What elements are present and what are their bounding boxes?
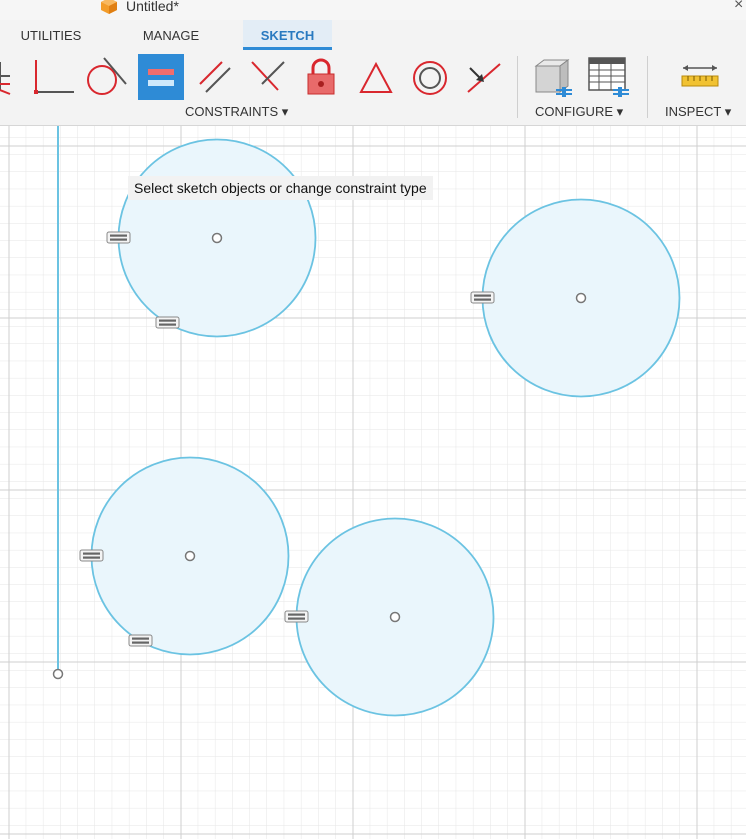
sketch-canvas[interactable]: [0, 126, 746, 839]
ribbon-tabs: UTILITIES MANAGE SKETCH: [0, 20, 746, 50]
tab-manage[interactable]: MANAGE: [122, 20, 220, 50]
tooltip: Select sketch objects or change constrai…: [128, 176, 433, 200]
sketch-circle-1[interactable]: [117, 138, 317, 338]
sketch-circle-2[interactable]: [481, 198, 681, 398]
sketch-circle-3[interactable]: [90, 456, 290, 656]
equal-constraint-icon[interactable]: [284, 610, 309, 623]
fix-icon[interactable]: [0, 54, 12, 100]
equal-constraint-icon[interactable]: [155, 316, 180, 329]
equal-icon[interactable]: [138, 54, 184, 100]
close-icon[interactable]: ×: [734, 0, 743, 14]
toolbar: CONSTRAINTS ▾ CONFIGURE ▾ INSPECT ▾: [0, 50, 746, 126]
equal-constraint-icon[interactable]: [128, 634, 153, 647]
tab-utilities[interactable]: UTILITIES: [2, 20, 100, 50]
equal-constraint-icon[interactable]: [470, 291, 495, 304]
tangent-icon[interactable]: [82, 54, 128, 100]
inspect-menu[interactable]: INSPECT ▾: [665, 104, 731, 120]
center-point: [184, 550, 196, 562]
app-logo-icon: [101, 0, 117, 14]
perpendicular-icon[interactable]: [28, 54, 74, 100]
triangle-icon[interactable]: [353, 54, 399, 100]
title-bar: Untitled* ×: [0, 0, 746, 20]
perpendicular-lines-icon[interactable]: [244, 54, 290, 100]
toolbar-divider: [647, 56, 648, 118]
document-title: Untitled*: [126, 0, 179, 14]
center-point: [389, 611, 401, 623]
equal-constraint-icon[interactable]: [106, 231, 131, 244]
sketch-circle-4[interactable]: [295, 517, 495, 717]
configure-table-icon[interactable]: [585, 54, 631, 100]
coincident-icon[interactable]: [460, 54, 506, 100]
toolbar-divider: [517, 56, 518, 118]
lock-icon[interactable]: [298, 54, 344, 100]
configure-menu[interactable]: CONFIGURE ▾: [535, 104, 623, 120]
measure-icon[interactable]: [677, 54, 723, 100]
tab-sketch[interactable]: SKETCH: [243, 20, 332, 50]
center-point: [575, 292, 587, 304]
configure-box-icon[interactable]: [530, 54, 576, 100]
concentric-icon[interactable]: [407, 54, 453, 100]
equal-constraint-icon[interactable]: [79, 549, 104, 562]
constraints-menu[interactable]: CONSTRAINTS ▾: [185, 104, 288, 120]
center-point: [211, 232, 223, 244]
parallel-icon[interactable]: [192, 54, 238, 100]
line-endpoint[interactable]: [52, 668, 64, 680]
